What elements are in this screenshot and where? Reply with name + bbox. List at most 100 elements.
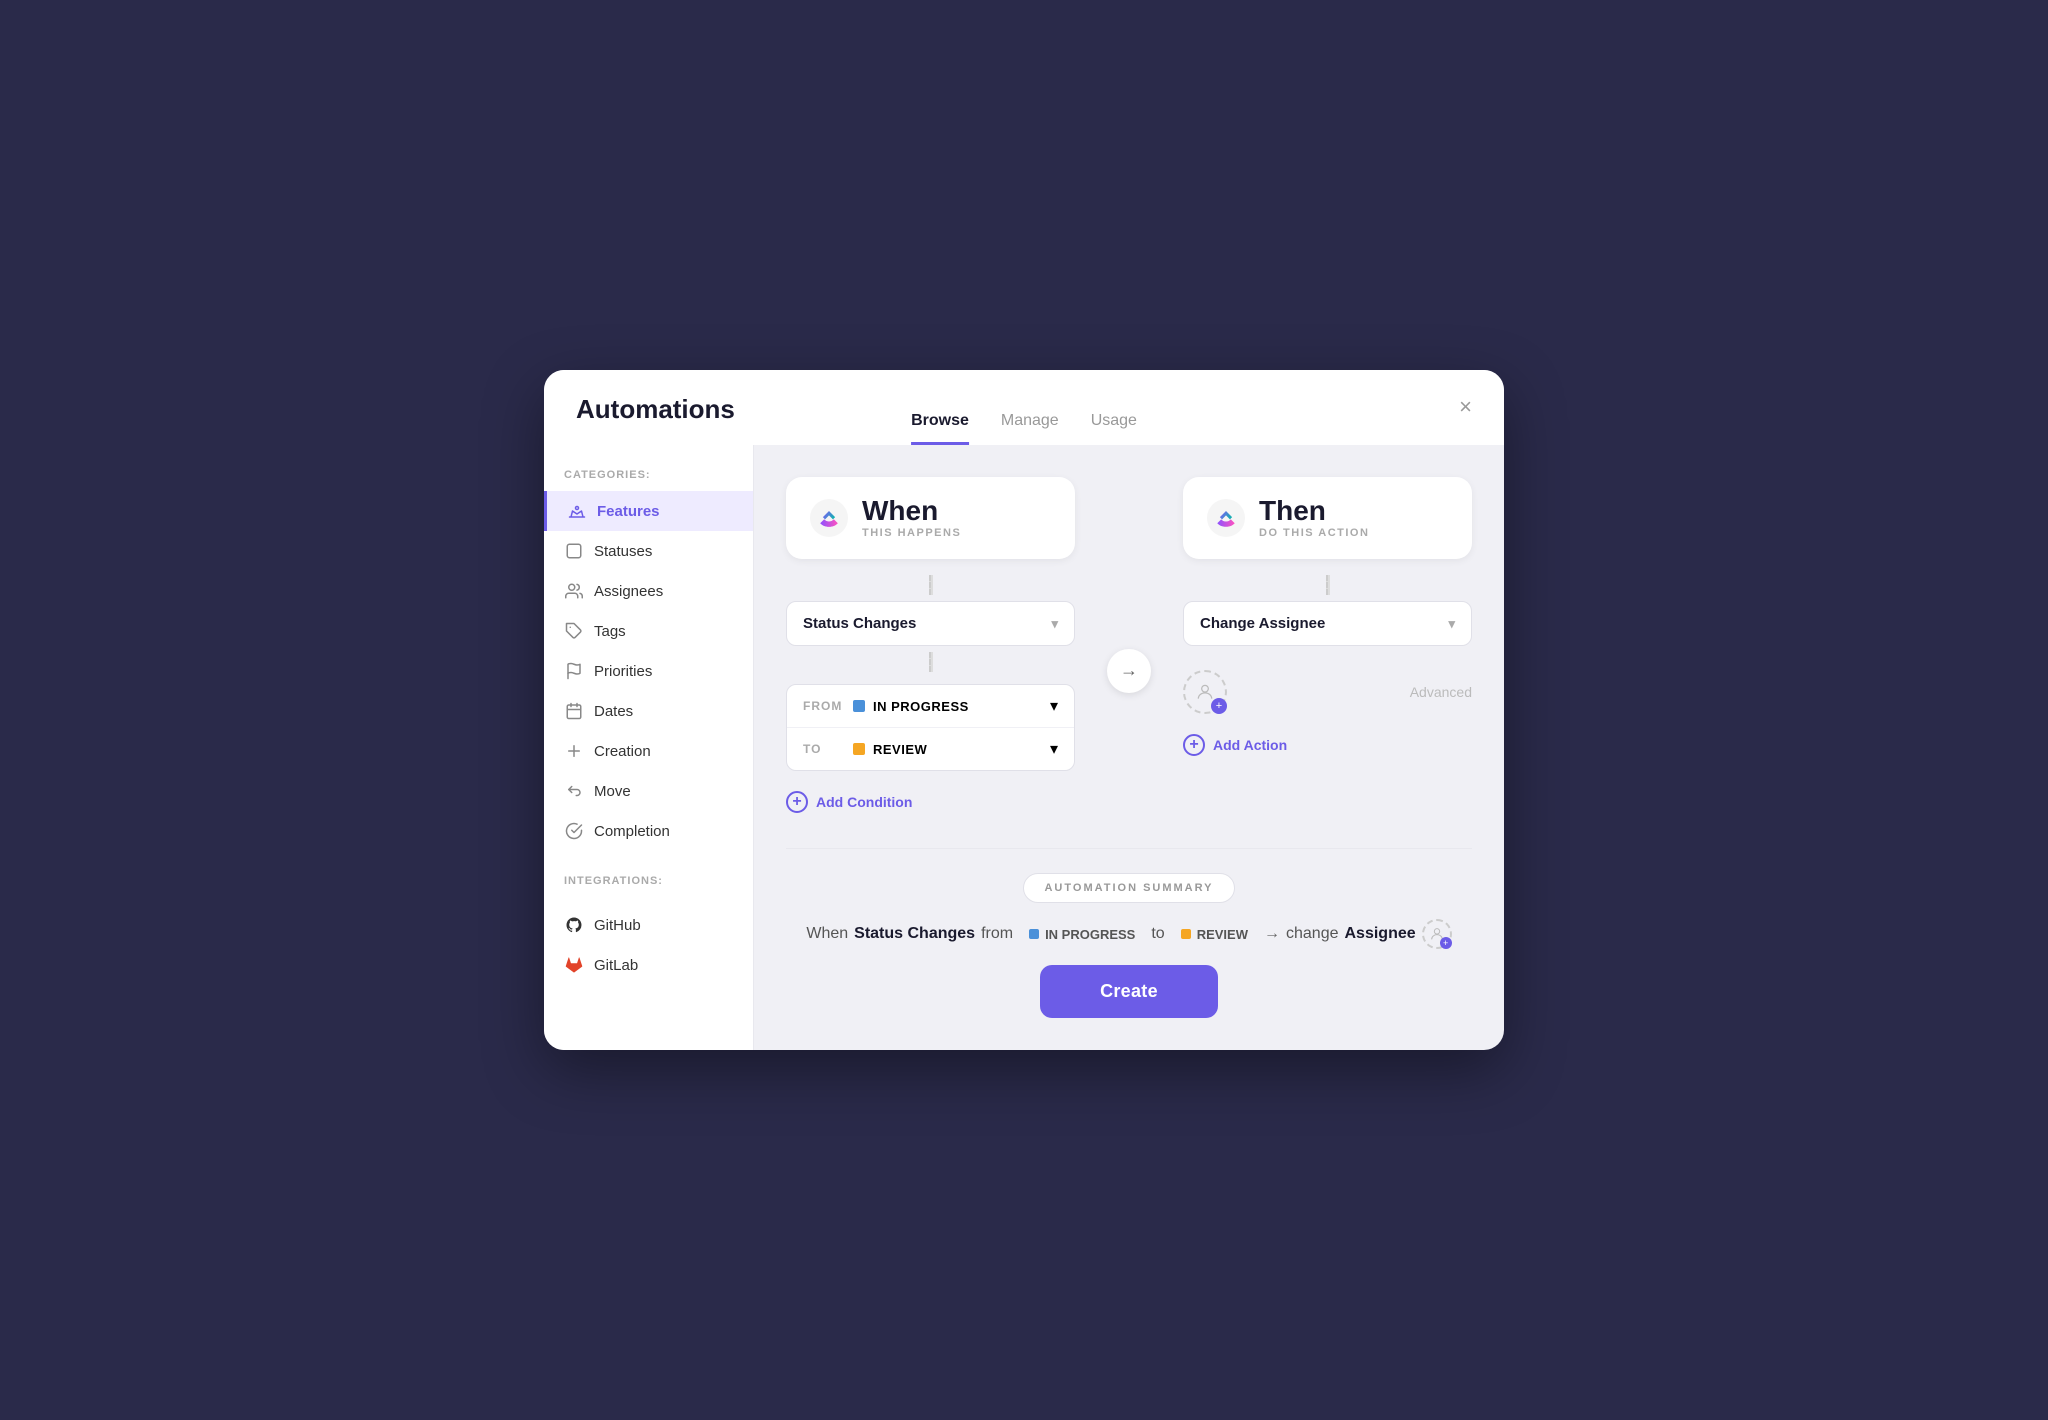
modal-body: CATEGORIES: Features Statuses bbox=[544, 445, 1504, 1050]
when-header-text: When THIS HAPPENS bbox=[862, 497, 961, 539]
to-chevron: ▾ bbox=[1050, 739, 1058, 759]
from-row[interactable]: FROM IN PROGRESS ▾ bbox=[787, 685, 1074, 728]
sidebar-item-github[interactable]: GitHub bbox=[544, 905, 753, 945]
then-logo bbox=[1207, 499, 1245, 537]
main-content: When THIS HAPPENS Status Changes ▾ FROM bbox=[754, 445, 1504, 1050]
when-column: When THIS HAPPENS Status Changes ▾ FROM bbox=[786, 477, 1075, 817]
summary-arrow-icon: → bbox=[1264, 925, 1280, 943]
from-status-dot bbox=[853, 700, 865, 712]
then-small-label: DO THIS ACTION bbox=[1259, 527, 1369, 539]
action-dropdown[interactable]: Change Assignee ▾ bbox=[1183, 601, 1472, 646]
add-condition-button[interactable]: + Add Condition bbox=[786, 787, 1075, 817]
to-status-value: REVIEW bbox=[873, 742, 927, 757]
from-status-value: IN PROGRESS bbox=[873, 699, 969, 714]
sidebar-item-completion-label: Completion bbox=[594, 823, 670, 840]
trigger-dropdown[interactable]: Status Changes ▾ bbox=[786, 601, 1075, 646]
sidebar-item-tags[interactable]: Tags bbox=[544, 611, 753, 651]
sidebar-item-priorities[interactable]: Priorities bbox=[544, 651, 753, 691]
to-row[interactable]: TO REVIEW ▾ bbox=[787, 728, 1074, 770]
assignee-placeholder: + Advanced bbox=[1183, 658, 1472, 726]
from-to-section: FROM IN PROGRESS ▾ TO REVIEW bbox=[786, 684, 1075, 771]
summary-prefix: When bbox=[806, 925, 848, 943]
categories-label: CATEGORIES: bbox=[544, 469, 753, 491]
add-condition-label: Add Condition bbox=[816, 794, 912, 810]
then-card-header: Then DO THIS ACTION bbox=[1183, 477, 1472, 559]
summary-to-badge: REVIEW bbox=[1171, 923, 1258, 946]
flag-icon bbox=[564, 661, 584, 681]
sidebar-item-statuses[interactable]: Statuses bbox=[544, 531, 753, 571]
square-icon bbox=[564, 541, 584, 561]
summary-trigger: Status Changes bbox=[854, 925, 975, 943]
summary-from-status: IN PROGRESS bbox=[1045, 927, 1135, 942]
tabs-container: Browse Manage Usage bbox=[911, 412, 1137, 445]
to-status-badge: REVIEW bbox=[853, 742, 1038, 757]
calendar-icon bbox=[564, 701, 584, 721]
tab-browse[interactable]: Browse bbox=[911, 412, 969, 445]
summary-assignee-icon: + bbox=[1422, 919, 1452, 949]
trigger-dropdown-value: Status Changes bbox=[803, 615, 916, 632]
sidebar-item-creation-label: Creation bbox=[594, 743, 651, 760]
summary-from-dot bbox=[1029, 929, 1039, 939]
sidebar-item-statuses-label: Statuses bbox=[594, 543, 652, 560]
plus-cross-icon bbox=[564, 741, 584, 761]
sidebar-item-assignees-label: Assignees bbox=[594, 583, 663, 600]
automation-builder: When THIS HAPPENS Status Changes ▾ FROM bbox=[786, 477, 1472, 824]
to-label: TO bbox=[803, 742, 841, 756]
add-condition-circle: + bbox=[786, 791, 808, 813]
then-header-text: Then DO THIS ACTION bbox=[1259, 497, 1369, 539]
automations-modal: Automations Browse Manage Usage × CATEGO… bbox=[544, 370, 1504, 1050]
assignee-plus-badge: + bbox=[1211, 698, 1227, 714]
add-action-label: Add Action bbox=[1213, 737, 1287, 753]
sidebar-item-dates[interactable]: Dates bbox=[544, 691, 753, 731]
summary-from-word: from bbox=[981, 925, 1013, 943]
sidebar-item-dates-label: Dates bbox=[594, 703, 633, 720]
sidebar-item-github-label: GitHub bbox=[594, 917, 641, 934]
sidebar-item-features-label: Features bbox=[597, 503, 660, 520]
github-icon bbox=[564, 915, 584, 935]
add-action-circle: + bbox=[1183, 734, 1205, 756]
summary-label: AUTOMATION SUMMARY bbox=[1023, 873, 1234, 903]
summary-to-status: REVIEW bbox=[1197, 927, 1248, 942]
integrations-label: INTEGRATIONS: bbox=[544, 875, 753, 897]
close-button[interactable]: × bbox=[1459, 394, 1472, 440]
sidebar-item-gitlab[interactable]: GitLab bbox=[544, 945, 753, 985]
trigger-dropdown-chevron: ▾ bbox=[1051, 616, 1058, 632]
advanced-text[interactable]: Advanced bbox=[1410, 684, 1472, 700]
summary-from-badge: IN PROGRESS bbox=[1019, 923, 1145, 946]
tab-usage[interactable]: Usage bbox=[1091, 412, 1137, 445]
summary-text: When Status Changes from IN PROGRESS to … bbox=[786, 919, 1472, 949]
sidebar-item-creation[interactable]: Creation bbox=[544, 731, 753, 771]
sidebar-item-tags-label: Tags bbox=[594, 623, 626, 640]
create-button[interactable]: Create bbox=[1040, 965, 1218, 1018]
check-circle-icon bbox=[564, 821, 584, 841]
move-arrow-icon bbox=[564, 781, 584, 801]
when-connector-1 bbox=[786, 575, 1075, 595]
then-column: Then DO THIS ACTION Change Assignee ▾ bbox=[1183, 477, 1472, 756]
summary-action: Assignee bbox=[1345, 925, 1416, 943]
when-big-label: When bbox=[862, 497, 961, 525]
sidebar-item-gitlab-label: GitLab bbox=[594, 957, 638, 974]
sidebar-item-assignees[interactable]: Assignees bbox=[544, 571, 753, 611]
from-status-badge: IN PROGRESS bbox=[853, 699, 1038, 714]
then-big-label: Then bbox=[1259, 497, 1369, 525]
when-small-label: THIS HAPPENS bbox=[862, 527, 961, 539]
sidebar-item-completion[interactable]: Completion bbox=[544, 811, 753, 851]
action-dropdown-chevron: ▾ bbox=[1448, 616, 1455, 632]
users-icon bbox=[564, 581, 584, 601]
sidebar-item-move[interactable]: Move bbox=[544, 771, 753, 811]
summary-section: AUTOMATION SUMMARY When Status Changes f… bbox=[786, 848, 1472, 1018]
gitlab-icon bbox=[564, 955, 584, 975]
modal-header: Automations Browse Manage Usage × bbox=[544, 370, 1504, 445]
tab-manage[interactable]: Manage bbox=[1001, 412, 1059, 445]
from-chevron: ▾ bbox=[1050, 696, 1058, 716]
summary-action-prefix: change bbox=[1286, 925, 1339, 943]
add-action-button[interactable]: + Add Action bbox=[1183, 734, 1472, 756]
assignee-icon: + bbox=[1183, 670, 1227, 714]
when-card-header: When THIS HAPPENS bbox=[786, 477, 1075, 559]
when-connector-2 bbox=[786, 652, 1075, 672]
modal-title: Automations bbox=[576, 394, 735, 445]
to-status-dot bbox=[853, 743, 865, 755]
action-dropdown-value: Change Assignee bbox=[1200, 615, 1325, 632]
sidebar-item-features[interactable]: Features bbox=[544, 491, 753, 531]
then-actions: + Advanced + Add Action bbox=[1183, 658, 1472, 756]
